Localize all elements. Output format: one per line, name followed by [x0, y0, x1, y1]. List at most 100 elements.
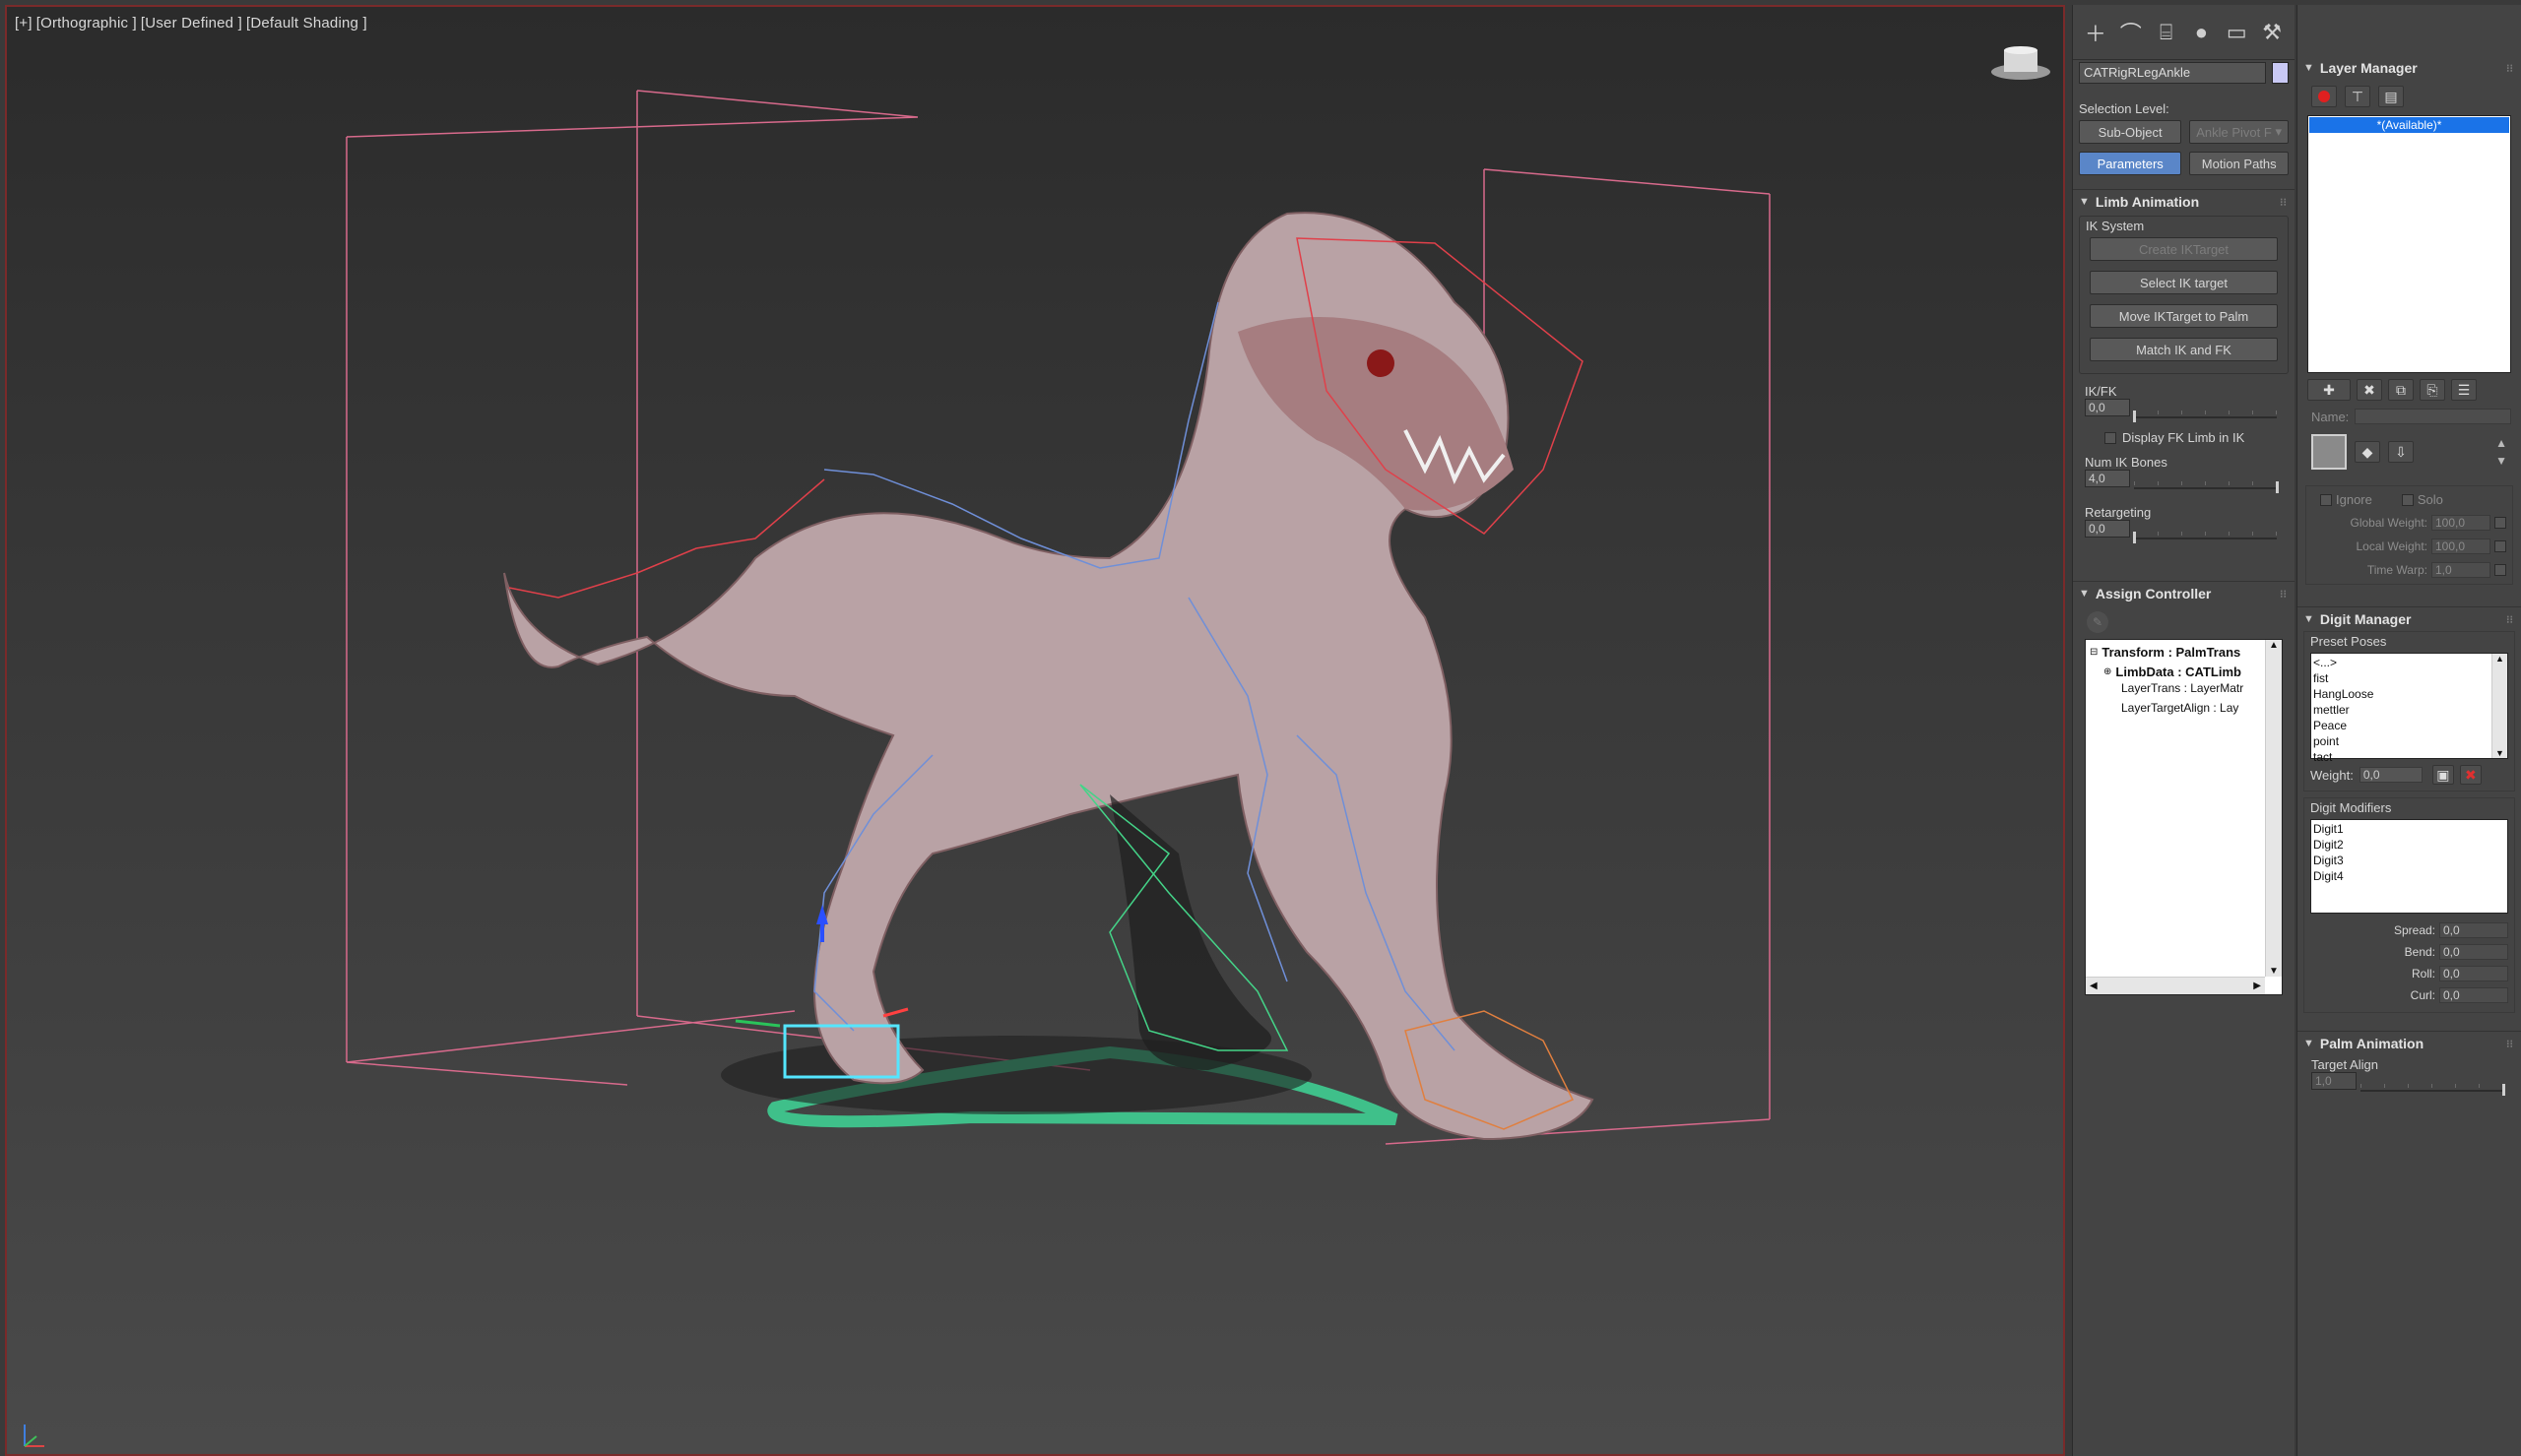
- layer-hold-icon[interactable]: ⇩: [2388, 441, 2414, 463]
- creature-mesh[interactable]: [503, 212, 1594, 1141]
- poses-scrollbar[interactable]: ▲ ▼: [2491, 654, 2507, 758]
- match-ik-and-fk-button[interactable]: Match IK and FK: [2090, 338, 2278, 361]
- bend-field[interactable]: 0,0: [2439, 944, 2508, 960]
- copy-layer-icon[interactable]: ⧉: [2388, 379, 2414, 401]
- rollout-grip-icon[interactable]: ⁝⁝: [2280, 196, 2287, 209]
- layer-name-field[interactable]: [2355, 409, 2511, 424]
- layer-color-swatch[interactable]: [2311, 434, 2347, 470]
- controller-tree[interactable]: ⊟ Transform : PalmTrans ⊕ LimbData : CATLi…: [2085, 639, 2283, 995]
- delete-layer-icon[interactable]: ✖: [2357, 379, 2382, 401]
- viewcube-icon[interactable]: [1986, 36, 2055, 84]
- pose-icon[interactable]: ⊤: [2345, 86, 2370, 107]
- save-pose-icon[interactable]: ▣: [2431, 765, 2454, 785]
- ignore-checkbox[interactable]: [2320, 493, 2332, 506]
- scroll-down-icon[interactable]: ▼: [2266, 966, 2282, 977]
- num-ik-bones-slider[interactable]: 4,0: [2085, 470, 2285, 495]
- preset-poses-list[interactable]: <...> fist HangLoose mettler Peace point tact …: [2310, 653, 2508, 764]
- tree-horizontal-scrollbar[interactable]: ◀ ▶: [2086, 977, 2265, 994]
- tree-item[interactable]: LayerTrans : LayerMatr: [2090, 681, 2264, 701]
- display-fk-limb-checkbox[interactable]: [2104, 431, 2116, 444]
- ikfk-value[interactable]: 0,0: [2085, 399, 2130, 416]
- tree-item[interactable]: ⊕ LimbData : CATLimb: [2090, 662, 2264, 681]
- global-weight-key-button[interactable]: [2494, 517, 2506, 529]
- move-iktarget-to-palm-button[interactable]: Move IKTarget to Palm: [2090, 304, 2278, 328]
- rollout-grip-icon[interactable]: ⁝⁝: [2506, 62, 2513, 75]
- tree-item[interactable]: ⊟ Transform : PalmTrans: [2090, 642, 2264, 662]
- preset-pose-item[interactable]: fist: [2313, 670, 2505, 686]
- creature-scene[interactable]: [7, 7, 2065, 1456]
- digit-modifier-item[interactable]: Digit3: [2313, 853, 2505, 868]
- target-align-value[interactable]: 1,0: [2311, 1072, 2357, 1090]
- layer-manager-header[interactable]: ▼ Layer Manager ⁝⁝: [2297, 56, 2521, 80]
- assign-controller-icon[interactable]: ✎: [2087, 611, 2108, 633]
- preset-pose-item[interactable]: Peace: [2313, 718, 2505, 733]
- modify-icon[interactable]: ⌒: [2116, 17, 2146, 48]
- delete-pose-icon[interactable]: ✖: [2459, 765, 2482, 785]
- roll-field[interactable]: 0,0: [2439, 966, 2508, 981]
- select-ik-target-button[interactable]: Select IK target: [2090, 271, 2278, 294]
- record-icon[interactable]: [2311, 86, 2337, 107]
- weight-field[interactable]: 0,0: [2359, 767, 2423, 783]
- local-weight-key-button[interactable]: [2494, 540, 2506, 552]
- sub-object-button[interactable]: Sub-Object: [2079, 120, 2182, 144]
- layer-list[interactable]: *(Available)*: [2307, 115, 2511, 373]
- object-name-field[interactable]: CATRigRLegAnkle: [2079, 62, 2266, 84]
- paste-layer-icon[interactable]: ⎘: [2420, 379, 2445, 401]
- target-align-handle[interactable]: [2502, 1084, 2505, 1096]
- digit-manager-header[interactable]: ▼ Digit Manager ⁝⁝: [2297, 607, 2521, 631]
- num-ik-bones-handle[interactable]: [2276, 481, 2279, 493]
- local-weight-field[interactable]: 100,0: [2431, 538, 2490, 554]
- motion-icon[interactable]: ●: [2186, 17, 2216, 48]
- assign-controller-header[interactable]: ▼ Assign Controller ⁝⁝: [2073, 582, 2295, 605]
- digit-modifier-item[interactable]: Digit4: [2313, 868, 2505, 884]
- ikfk-slider[interactable]: 0,0: [2085, 399, 2285, 424]
- digit-modifier-item[interactable]: Digit2: [2313, 837, 2505, 853]
- preset-pose-item[interactable]: HangLoose: [2313, 686, 2505, 702]
- layer-blend-icon[interactable]: ◆: [2355, 441, 2380, 463]
- layer-options-icon[interactable]: ▤: [2378, 86, 2404, 107]
- palm-animation-header[interactable]: ▼ Palm Animation ⁝⁝: [2297, 1032, 2521, 1055]
- create-icon[interactable]: ＋: [2081, 17, 2110, 48]
- target-align-slider[interactable]: 1,0: [2311, 1072, 2511, 1098]
- solo-checkbox[interactable]: [2401, 493, 2414, 506]
- utilities-icon[interactable]: ⚒: [2257, 17, 2287, 48]
- parameters-button[interactable]: Parameters: [2079, 152, 2182, 175]
- rollout-grip-icon[interactable]: ⁝⁝: [2280, 588, 2287, 601]
- retargeting-handle[interactable]: [2133, 532, 2136, 543]
- new-layer-icon[interactable]: ✚: [2307, 379, 2351, 401]
- digit-modifiers-list[interactable]: Digit1 Digit2 Digit3 Digit4: [2310, 819, 2508, 914]
- rollout-grip-icon[interactable]: ⁝⁝: [2506, 1038, 2513, 1050]
- tree-item[interactable]: LayerTargetAlign : Lay: [2090, 701, 2264, 721]
- object-color-swatch[interactable]: [2271, 62, 2289, 84]
- preset-pose-item[interactable]: <...>: [2313, 655, 2505, 670]
- preset-pose-item[interactable]: mettler: [2313, 702, 2505, 718]
- pivot-select[interactable]: Ankle Pivot F ▾: [2189, 120, 2289, 144]
- scroll-down-icon[interactable]: ▼: [2492, 748, 2507, 758]
- global-weight-field[interactable]: 100,0: [2431, 515, 2490, 531]
- preset-pose-item[interactable]: point: [2313, 733, 2505, 749]
- scroll-up-icon[interactable]: ▲: [2492, 654, 2507, 664]
- time-warp-field[interactable]: 1,0: [2431, 562, 2490, 578]
- collapse-layer-icon[interactable]: ☰: [2451, 379, 2477, 401]
- curl-field[interactable]: 0,0: [2439, 987, 2508, 1003]
- move-down-icon[interactable]: ▼: [2495, 454, 2507, 468]
- preset-pose-item[interactable]: tact: [2313, 749, 2505, 765]
- scroll-left-icon[interactable]: ◀: [2090, 981, 2098, 991]
- tree-vertical-scrollbar[interactable]: ▲ ▼: [2265, 640, 2282, 977]
- layer-list-item-available[interactable]: *(Available)*: [2309, 117, 2509, 133]
- hierarchy-icon[interactable]: ⌸: [2152, 17, 2181, 48]
- num-ik-bones-value[interactable]: 4,0: [2085, 470, 2130, 487]
- retargeting-value[interactable]: 0,0: [2085, 520, 2130, 538]
- scroll-up-icon[interactable]: ▲: [2266, 640, 2282, 651]
- scroll-right-icon[interactable]: ▶: [2253, 981, 2261, 991]
- move-up-icon[interactable]: ▲: [2495, 436, 2507, 450]
- retargeting-slider[interactable]: 0,0: [2085, 520, 2285, 545]
- digit-modifier-item[interactable]: Digit1: [2313, 821, 2505, 837]
- limb-animation-header[interactable]: ▼ Limb Animation ⁝⁝: [2073, 190, 2295, 214]
- motion-paths-button[interactable]: Motion Paths: [2189, 152, 2289, 175]
- spread-field[interactable]: 0,0: [2439, 922, 2508, 938]
- ikfk-handle[interactable]: [2133, 411, 2136, 422]
- rollout-grip-icon[interactable]: ⁝⁝: [2506, 613, 2513, 626]
- time-warp-key-button[interactable]: [2494, 564, 2506, 576]
- orthographic-viewport[interactable]: [+] [Orthographic ] [User Defined ] [Defaul…: [5, 5, 2065, 1456]
